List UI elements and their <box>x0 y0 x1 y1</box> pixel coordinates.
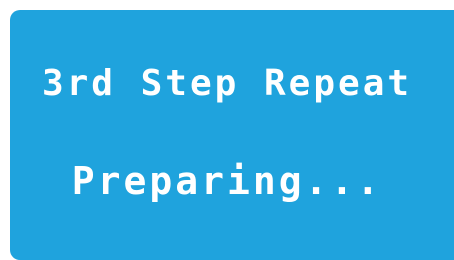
status-dialog <box>10 10 454 260</box>
status-message: Preparing... <box>71 159 383 203</box>
dialog-title: 3rd Step Repeat <box>41 63 413 104</box>
